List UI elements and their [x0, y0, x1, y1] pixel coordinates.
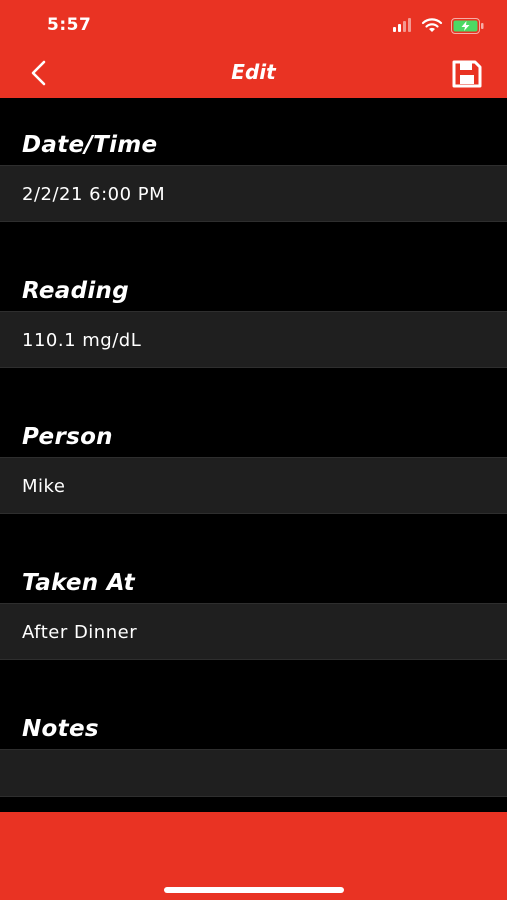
- navigation-bar: Edit: [0, 46, 507, 98]
- save-floppy-icon[interactable]: [452, 60, 482, 88]
- taken-at-label: Taken At: [22, 570, 135, 596]
- reading-value: 110.1 mg/dL: [22, 330, 142, 351]
- taken-at-value: After Dinner: [22, 622, 138, 643]
- person-label: Person: [22, 424, 113, 450]
- notes-field[interactable]: [0, 749, 507, 797]
- status-bar: 5:57: [0, 0, 507, 46]
- person-value: Mike: [22, 476, 66, 497]
- notes-label: Notes: [22, 716, 99, 742]
- battery-charging-icon: [451, 18, 484, 34]
- status-time: 5:57: [47, 15, 92, 35]
- reading-field[interactable]: 110.1 mg/dL: [0, 311, 507, 368]
- page-title: Edit: [231, 60, 276, 84]
- wifi-icon: [421, 18, 443, 32]
- cellular-signal-icon: [393, 18, 411, 32]
- date-time-field[interactable]: 2/2/21 6:00 PM: [0, 165, 507, 222]
- date-time-label: Date/Time: [22, 132, 158, 158]
- person-field[interactable]: Mike: [0, 457, 507, 514]
- taken-at-field[interactable]: After Dinner: [0, 603, 507, 660]
- home-indicator[interactable]: [164, 887, 344, 893]
- date-time-value: 2/2/21 6:00 PM: [22, 184, 166, 205]
- reading-label: Reading: [22, 278, 129, 304]
